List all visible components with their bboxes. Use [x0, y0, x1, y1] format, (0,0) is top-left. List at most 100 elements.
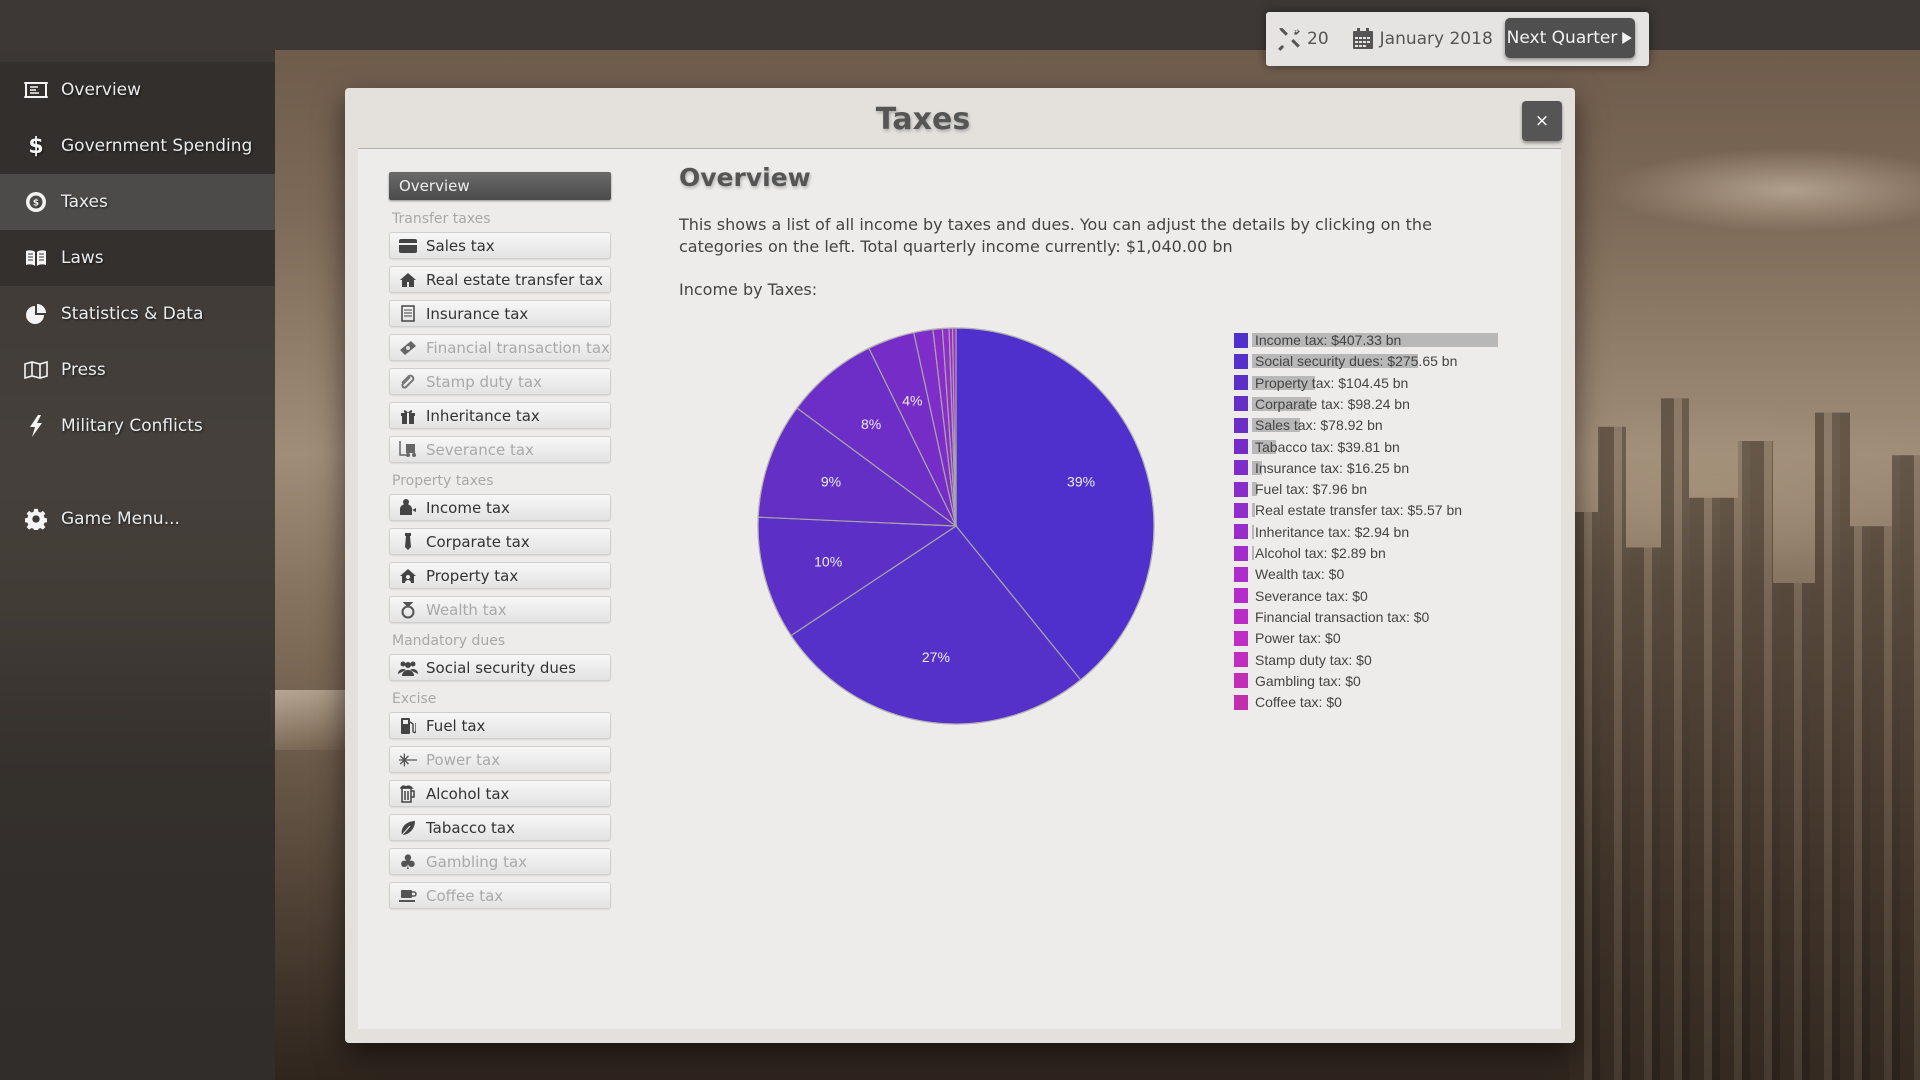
tax-nav-label: Corparate tax	[426, 532, 530, 551]
legend-item-insurance-tax[interactable]: Insurance tax: $16.25 bn	[1234, 459, 1514, 477]
tax-nav-fuel-tax[interactable]: Fuel tax	[389, 712, 611, 739]
beer-icon	[398, 784, 418, 803]
sidebar-item-overview[interactable]: Overview	[0, 62, 275, 118]
legend-swatch	[1234, 502, 1248, 518]
close-button[interactable]: ×	[1522, 101, 1562, 141]
section-description: This shows a list of all income by taxes…	[679, 215, 1432, 256]
legend-item-power-tax[interactable]: Power tax: $0	[1234, 629, 1514, 647]
legend-item-property-tax[interactable]: Property tax: $104.45 bn	[1234, 374, 1514, 392]
legend-label: Social security dues: $275.65 bn	[1255, 353, 1458, 370]
legend-swatch	[1234, 460, 1248, 476]
pie-label-income-tax: 39%	[1067, 474, 1095, 490]
sidebar-item-taxes[interactable]: $ Taxes	[0, 174, 275, 230]
tax-nav-overview-label: Overview	[399, 177, 470, 195]
legend-swatch	[1234, 396, 1248, 412]
tax-nav-severance-tax[interactable]: Severance tax	[389, 436, 611, 463]
tax-nav-label: Alcohol tax	[426, 784, 510, 803]
sidebar-item-laws[interactable]: Laws	[0, 230, 275, 286]
sidebar-item-label: Laws	[61, 248, 104, 268]
legend-item-inheritance-tax[interactable]: Inheritance tax: $2.94 bn	[1234, 523, 1514, 541]
newspaper-icon	[24, 78, 48, 102]
tax-nav-stamp-duty-tax[interactable]: Stamp duty tax	[389, 368, 611, 395]
next-quarter-button[interactable]: Next Quarter	[1505, 18, 1635, 58]
legend-label: Sales tax: $78.92 bn	[1255, 417, 1383, 434]
legend-item-tabacco-tax[interactable]: Tabacco tax: $39.81 bn	[1234, 438, 1514, 456]
tax-nav-real-estate-transfer-tax[interactable]: Real estate transfer tax	[389, 266, 611, 293]
person-income-icon	[398, 499, 418, 517]
tax-nav-gambling-tax[interactable]: ♣ Gambling tax	[389, 848, 611, 875]
paperclip-icon	[398, 373, 418, 391]
money-icon	[398, 339, 418, 357]
legend-label: Insurance tax: $16.25 bn	[1255, 459, 1410, 476]
tax-nav-overview[interactable]: Overview	[389, 172, 611, 200]
legend-item-wealth-tax[interactable]: Wealth tax: $0	[1234, 565, 1514, 583]
tax-nav-coffee-tax[interactable]: Coffee tax	[389, 882, 611, 909]
tax-nav-income-tax[interactable]: Income tax	[389, 494, 611, 521]
tax-nav-alcohol-tax[interactable]: Alcohol tax	[389, 780, 611, 807]
tax-nav-financial-transaction-tax[interactable]: Financial transaction tax	[389, 334, 611, 361]
legend-item-social-security-dues[interactable]: Social security dues: $275.65 bn	[1234, 352, 1514, 370]
legend-swatch	[1234, 652, 1248, 667]
legend-swatch	[1234, 375, 1248, 391]
legend-item-corparate-tax[interactable]: Corparate tax: $98.24 bn	[1234, 395, 1514, 413]
legend-swatch	[1234, 630, 1248, 646]
tax-nav-label: Power tax	[426, 750, 501, 769]
sidebar-item-label: Government Spending	[61, 136, 253, 156]
tax-nav-label: Insurance tax	[426, 304, 529, 323]
legend-item-sales-tax[interactable]: Sales tax: $78.92 bn	[1234, 416, 1514, 434]
tax-nav-tabacco-tax[interactable]: Tabacco tax	[389, 814, 611, 841]
legend-label: Tabacco tax: $39.81 bn	[1255, 438, 1400, 455]
tax-nav-sales-tax[interactable]: Sales tax	[389, 232, 611, 259]
income-pie-chart: 39% 27% 10% 9% 8% 4%	[756, 326, 1156, 726]
tax-nav-inheritance-tax[interactable]: Inheritance tax	[389, 402, 611, 429]
legend-label: Power tax: $0	[1255, 630, 1341, 647]
legend-label: Alcohol tax: $2.89 bn	[1255, 545, 1386, 561]
gear-icon	[24, 507, 48, 531]
legend-item-coffee-tax[interactable]: Coffee tax: $0	[1234, 693, 1514, 711]
tax-nav-corparate-tax[interactable]: Corparate tax	[389, 528, 611, 555]
tax-nav-social-security-dues[interactable]: Social security dues	[389, 654, 611, 681]
tax-nav-wealth-tax[interactable]: Wealth tax	[389, 596, 611, 623]
tie-icon	[398, 532, 418, 551]
legend-item-financial-transaction-tax[interactable]: Financial transaction tax: $0	[1234, 608, 1514, 626]
sidebar-item-statistics[interactable]: Statistics & Data	[0, 286, 275, 342]
sidebar-item-label: Overview	[61, 80, 142, 100]
tax-nav-power-tax[interactable]: Power tax	[389, 746, 611, 773]
next-quarter-label: Next Quarter	[1506, 28, 1618, 48]
tax-nav-property-tax[interactable]: Property tax	[389, 562, 611, 589]
dialog-title: Taxes	[875, 102, 971, 137]
leaf-icon	[398, 819, 418, 837]
pie-label-corparate-tax: 9%	[821, 474, 841, 490]
tax-nav-label: Real estate transfer tax	[426, 270, 604, 289]
legend-item-income-tax[interactable]: Income tax: $407.33 bn	[1234, 331, 1514, 349]
legend-item-gambling-tax[interactable]: Gambling tax: $0	[1234, 672, 1514, 690]
tax-nav-insurance-tax[interactable]: Insurance tax	[389, 300, 611, 327]
date-display: January 2018	[1351, 27, 1493, 51]
power-icon	[398, 751, 418, 769]
sidebar-item-government-spending[interactable]: $ Government Spending	[0, 118, 275, 174]
tax-nav-label: Property tax	[426, 566, 519, 585]
pie-label-sales-tax: 8%	[861, 416, 881, 432]
sidebar-item-military-conflicts[interactable]: Military Conflicts	[0, 398, 275, 454]
pie-label-tabacco-tax: 4%	[902, 393, 922, 409]
sidebar-item-game-menu[interactable]: Game Menu...	[0, 491, 275, 547]
legend-item-severance-tax[interactable]: Severance tax: $0	[1234, 587, 1514, 605]
sidebar-item-label: Statistics & Data	[61, 304, 204, 324]
legend-item-stamp-duty-tax[interactable]: Stamp duty tax: $0	[1234, 651, 1514, 669]
sidebar-item-press[interactable]: Press	[0, 342, 275, 398]
legend-item-alcohol-tax[interactable]: Alcohol tax: $2.89 bn	[1234, 544, 1514, 562]
sidebar-item-label: Game Menu...	[61, 509, 180, 529]
lightning-icon	[24, 414, 48, 438]
legend-label: Stamp duty tax: $0	[1255, 651, 1372, 668]
legend-item-real-estate-transfer-tax[interactable]: Real estate transfer tax: $5.57 bn	[1234, 501, 1514, 519]
current-date: January 2018	[1379, 29, 1493, 49]
legend-swatch	[1234, 694, 1248, 710]
legend-label: Property tax: $104.45 bn	[1255, 374, 1409, 391]
legend-item-fuel-tax[interactable]: Fuel tax: $7.96 bn	[1234, 480, 1514, 498]
dollar-icon: $	[28, 133, 44, 159]
close-icon: ×	[1534, 111, 1550, 131]
gift-icon	[398, 407, 418, 425]
pie-label-social-security-dues: 27%	[922, 649, 950, 665]
coffee-icon	[398, 887, 418, 905]
tax-nav-label: Tabacco tax	[426, 818, 515, 837]
